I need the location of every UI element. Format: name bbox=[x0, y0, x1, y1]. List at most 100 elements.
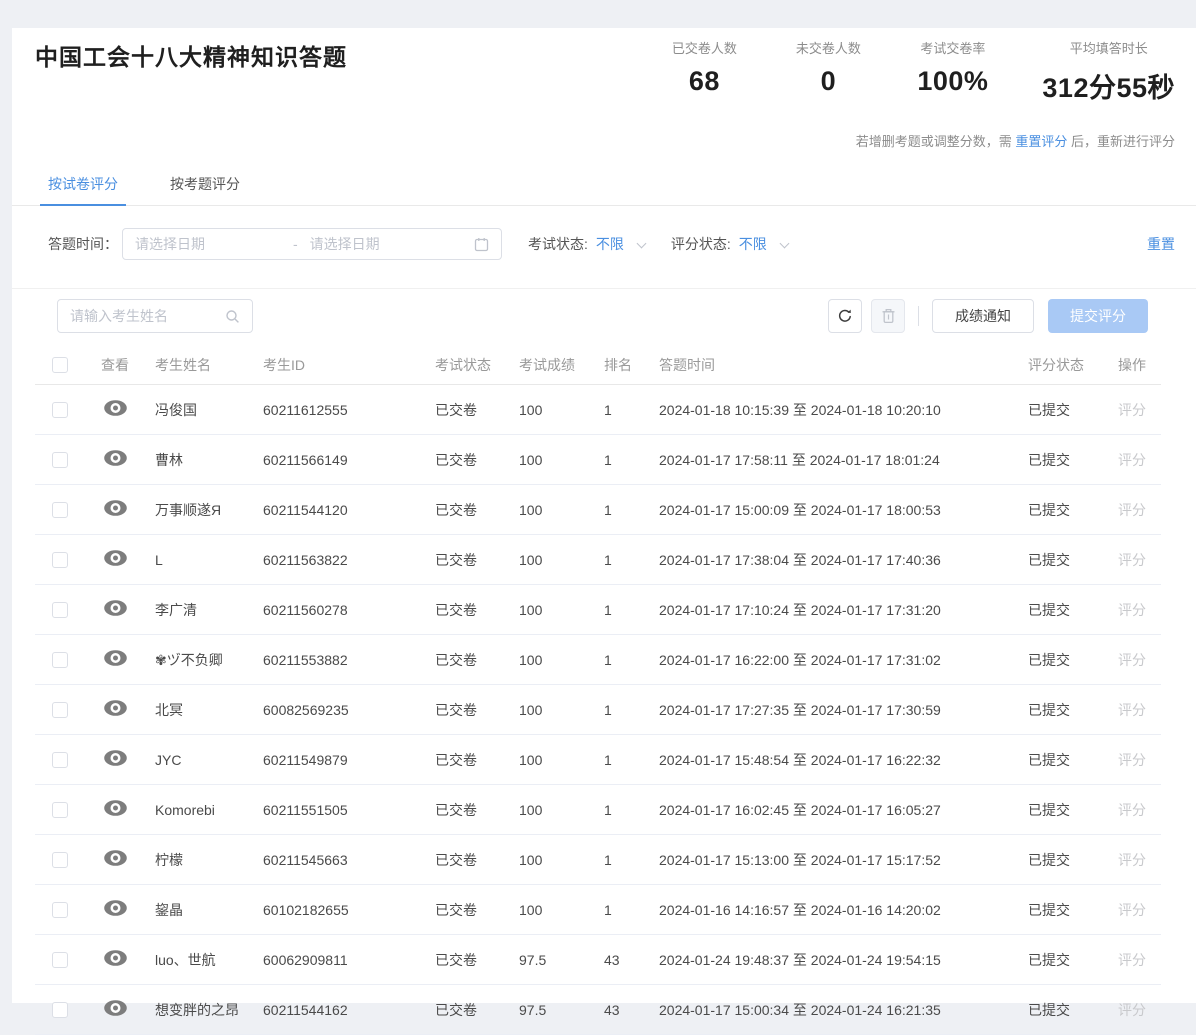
view-answer-button[interactable] bbox=[104, 700, 127, 716]
view-answer-button[interactable] bbox=[104, 550, 127, 566]
answer-time: 2024-01-16 14:16:57 至 2024-01-16 14:20:0… bbox=[654, 900, 1018, 920]
table-row: 想变胖的之昂60211544162已交卷97.5432024-01-17 15:… bbox=[35, 985, 1161, 1035]
search-placeholder: 请输入考生姓名 bbox=[70, 306, 225, 326]
student-id: 60211566149 bbox=[258, 452, 430, 468]
rank: 43 bbox=[599, 952, 654, 968]
view-answer-button[interactable] bbox=[104, 750, 127, 766]
student-name: L bbox=[150, 552, 258, 568]
row-checkbox[interactable] bbox=[52, 602, 68, 618]
view-answer-button[interactable] bbox=[104, 950, 127, 966]
eye-icon bbox=[104, 900, 127, 916]
student-id: 60211612555 bbox=[258, 402, 430, 418]
score-notify-button[interactable]: 成绩通知 bbox=[932, 299, 1034, 333]
view-answer-button[interactable] bbox=[104, 900, 127, 916]
student-id: 60062909811 bbox=[258, 952, 430, 968]
calendar-icon bbox=[474, 237, 489, 252]
grade-action-link[interactable]: 评分 bbox=[1118, 402, 1146, 418]
grade-status-filter[interactable]: 评分状态: 不限 bbox=[671, 234, 788, 254]
row-checkbox[interactable] bbox=[52, 502, 68, 518]
grade-action-link[interactable]: 评分 bbox=[1118, 502, 1146, 518]
exam-status-filter[interactable]: 考试状态: 不限 bbox=[528, 234, 645, 254]
view-answer-button[interactable] bbox=[104, 600, 127, 616]
select-all-checkbox[interactable] bbox=[52, 357, 68, 373]
row-checkbox[interactable] bbox=[52, 752, 68, 768]
reset-filters-link[interactable]: 重置 bbox=[1147, 234, 1175, 254]
table-row: 曹林60211566149已交卷10012024-01-17 17:58:11 … bbox=[35, 435, 1161, 485]
grade-action-link[interactable]: 评分 bbox=[1118, 652, 1146, 668]
student-name: 鋆晶 bbox=[150, 900, 258, 920]
student-name: 想变胖的之昂 bbox=[150, 1000, 258, 1020]
search-icon bbox=[225, 309, 240, 324]
exam-score: 97.5 bbox=[514, 1002, 599, 1018]
grade-action-link[interactable]: 评分 bbox=[1118, 802, 1146, 818]
table-row: Komorebi60211551505已交卷10012024-01-17 16:… bbox=[35, 785, 1161, 835]
exam-score: 100 bbox=[514, 452, 599, 468]
eye-icon bbox=[104, 500, 127, 516]
grade-action-link[interactable]: 评分 bbox=[1118, 602, 1146, 618]
grade-action-link[interactable]: 评分 bbox=[1118, 452, 1146, 468]
rank: 1 bbox=[599, 602, 654, 618]
exam-score: 100 bbox=[514, 802, 599, 818]
view-answer-button[interactable] bbox=[104, 650, 127, 666]
grade-action-link[interactable]: 评分 bbox=[1118, 752, 1146, 768]
submit-grades-button[interactable]: 提交评分 bbox=[1048, 299, 1148, 333]
row-checkbox[interactable] bbox=[52, 452, 68, 468]
view-answer-button[interactable] bbox=[104, 500, 127, 516]
rank: 1 bbox=[599, 652, 654, 668]
exam-score: 100 bbox=[514, 652, 599, 668]
row-checkbox[interactable] bbox=[52, 402, 68, 418]
grade-action-link[interactable]: 评分 bbox=[1118, 952, 1146, 968]
row-checkbox[interactable] bbox=[52, 652, 68, 668]
answer-time: 2024-01-17 15:00:34 至 2024-01-24 16:21:3… bbox=[654, 1000, 1018, 1020]
date-range-picker[interactable]: 请选择日期 - 请选择日期 bbox=[122, 228, 502, 260]
answer-time: 2024-01-17 17:10:24 至 2024-01-17 17:31:2… bbox=[654, 600, 1018, 620]
reset-score-link[interactable]: 重置评分 bbox=[1015, 134, 1067, 149]
stat-unsubmitted-count: 未交卷人数 0 bbox=[793, 38, 863, 105]
view-answer-button[interactable] bbox=[104, 450, 127, 466]
view-answer-button[interactable] bbox=[104, 400, 127, 416]
grade-action-link[interactable]: 评分 bbox=[1118, 552, 1146, 568]
date-start-input[interactable]: 请选择日期 bbox=[135, 234, 293, 254]
date-separator: - bbox=[293, 236, 298, 252]
tab-grade-by-paper[interactable]: 按试卷评分 bbox=[44, 166, 122, 205]
exam-status: 已交卷 bbox=[430, 1000, 514, 1020]
trash-icon bbox=[881, 308, 896, 324]
grade-status-value[interactable]: 不限 bbox=[739, 234, 767, 254]
row-checkbox[interactable] bbox=[52, 902, 68, 918]
rank: 1 bbox=[599, 402, 654, 418]
row-checkbox[interactable] bbox=[52, 552, 68, 568]
grade-action-link[interactable]: 评分 bbox=[1118, 902, 1146, 918]
search-input[interactable]: 请输入考生姓名 bbox=[57, 299, 253, 333]
answer-time: 2024-01-17 16:22:00 至 2024-01-17 17:31:0… bbox=[654, 650, 1018, 670]
eye-icon bbox=[104, 750, 127, 766]
student-id: 60211553882 bbox=[258, 652, 430, 668]
rank: 1 bbox=[599, 502, 654, 518]
grade-action-link[interactable]: 评分 bbox=[1118, 702, 1146, 718]
delete-button[interactable] bbox=[871, 299, 905, 333]
rank: 1 bbox=[599, 702, 654, 718]
row-checkbox[interactable] bbox=[52, 952, 68, 968]
header-action: 操作 bbox=[1118, 355, 1161, 375]
date-end-input[interactable]: 请选择日期 bbox=[310, 234, 474, 254]
exam-score: 100 bbox=[514, 402, 599, 418]
row-checkbox[interactable] bbox=[52, 852, 68, 868]
view-answer-button[interactable] bbox=[104, 800, 127, 816]
student-name: 柠檬 bbox=[150, 850, 258, 870]
student-id: 60211544120 bbox=[258, 502, 430, 518]
student-name: Komorebi bbox=[150, 802, 258, 818]
row-checkbox[interactable] bbox=[52, 702, 68, 718]
row-checkbox[interactable] bbox=[52, 802, 68, 818]
row-checkbox[interactable] bbox=[52, 1002, 68, 1018]
eye-icon bbox=[104, 400, 127, 416]
view-answer-button[interactable] bbox=[104, 850, 127, 866]
note-suffix: 后，重新进行评分 bbox=[1067, 134, 1175, 149]
grade-action-link[interactable]: 评分 bbox=[1118, 1002, 1146, 1018]
tab-grade-by-question[interactable]: 按考题评分 bbox=[166, 166, 244, 205]
view-answer-button[interactable] bbox=[104, 1000, 127, 1016]
exam-status-value[interactable]: 不限 bbox=[596, 234, 624, 254]
refresh-button[interactable] bbox=[828, 299, 862, 333]
stat-average-duration: 平均填答时长 312分55秒 bbox=[1042, 38, 1175, 105]
header-answer-time: 答题时间 bbox=[654, 355, 1018, 375]
grade-action-link[interactable]: 评分 bbox=[1118, 852, 1146, 868]
student-id: 60102182655 bbox=[258, 902, 430, 918]
